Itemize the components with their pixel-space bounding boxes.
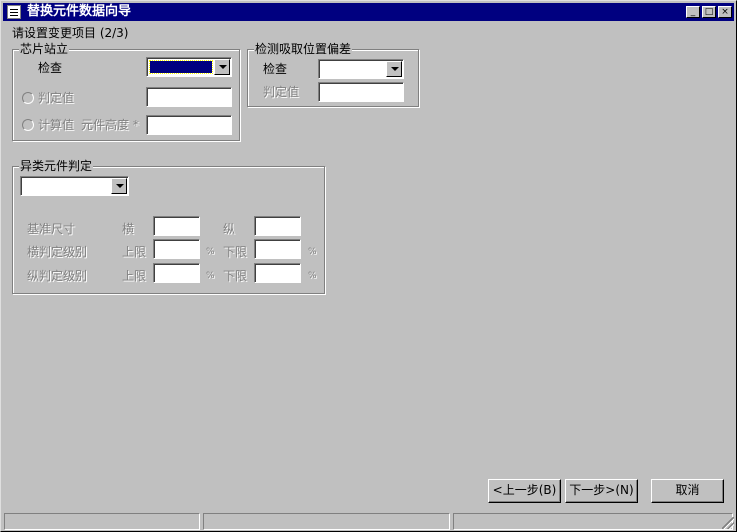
v-upper-label: 上限 xyxy=(122,269,147,283)
app-icon xyxy=(7,5,21,19)
cancel-button[interactable]: 取消 xyxy=(651,479,724,503)
status-pane-2 xyxy=(203,513,450,530)
judge-value-label: 判定值 xyxy=(38,91,75,105)
h-judge-label: 横判定级别 xyxy=(27,245,88,259)
h-lower-percent: % xyxy=(308,247,317,257)
h-lower-label: 下限 xyxy=(223,245,248,259)
v-lower-label: 下限 xyxy=(223,269,248,283)
odd-part-group-label: 异类元件判定 xyxy=(19,159,94,173)
title-bar: 替换元件数据向导 _ □ × xyxy=(3,3,734,21)
v-judge-label: 纵判定级别 xyxy=(27,269,88,283)
judge-value-input[interactable] xyxy=(146,87,232,107)
window-title: 替换元件数据向导 xyxy=(27,4,132,19)
wizard-window: 替换元件数据向导 _ □ × 请设置变更项目 (2/3) 芯片站立 检查 判定值… xyxy=(0,0,737,532)
close-button[interactable]: × xyxy=(718,6,732,18)
part-height-label: 元件高度 * xyxy=(81,118,139,132)
h-upper-label: 上限 xyxy=(122,245,147,259)
chip-check-label: 检查 xyxy=(38,61,63,75)
v-lower-input[interactable] xyxy=(254,263,301,283)
v-upper-percent: % xyxy=(206,271,215,281)
minimize-button[interactable]: _ xyxy=(686,6,700,18)
part-height-input[interactable] xyxy=(146,115,232,135)
horizontal-label: 横 xyxy=(122,222,135,236)
calc-value-label: 计算值 xyxy=(38,118,75,132)
judge-value-radio[interactable] xyxy=(22,92,34,104)
status-pane-3 xyxy=(453,513,733,530)
status-pane-1 xyxy=(4,513,200,530)
h-lower-input[interactable] xyxy=(254,239,301,259)
pickup-offset-group-label: 检测吸取位置偏差 xyxy=(254,42,353,56)
vertical-label: 纵 xyxy=(223,222,236,236)
calc-value-radio[interactable] xyxy=(22,119,34,131)
prev-button[interactable]: <上一步(B) xyxy=(488,479,561,503)
chevron-down-icon[interactable] xyxy=(111,178,127,194)
pickup-judge-input[interactable] xyxy=(318,82,404,102)
pickup-check-label: 检查 xyxy=(263,62,288,76)
base-size-label: 基准尺寸 xyxy=(27,222,76,236)
pickup-check-combo[interactable] xyxy=(318,59,404,79)
instruction-text: 请设置变更项目 (2/3) xyxy=(12,26,129,40)
chip-check-selection xyxy=(149,60,213,74)
next-button[interactable]: 下一步>(N) xyxy=(565,479,638,503)
resize-grip-icon[interactable] xyxy=(722,517,734,529)
v-upper-input[interactable] xyxy=(153,263,200,283)
base-size-horizontal-input[interactable] xyxy=(153,216,200,236)
v-lower-percent: % xyxy=(308,271,317,281)
pickup-judge-label: 判定值 xyxy=(263,85,300,99)
chip-check-combo[interactable] xyxy=(146,57,232,77)
maximize-button[interactable]: □ xyxy=(702,6,716,18)
chevron-down-icon[interactable] xyxy=(214,59,230,75)
odd-part-combo[interactable] xyxy=(20,176,129,196)
base-size-vertical-input[interactable] xyxy=(254,216,301,236)
chip-standing-group-label: 芯片站立 xyxy=(19,42,70,56)
h-upper-input[interactable] xyxy=(153,239,200,259)
h-upper-percent: % xyxy=(206,247,215,257)
chevron-down-icon[interactable] xyxy=(386,61,402,77)
